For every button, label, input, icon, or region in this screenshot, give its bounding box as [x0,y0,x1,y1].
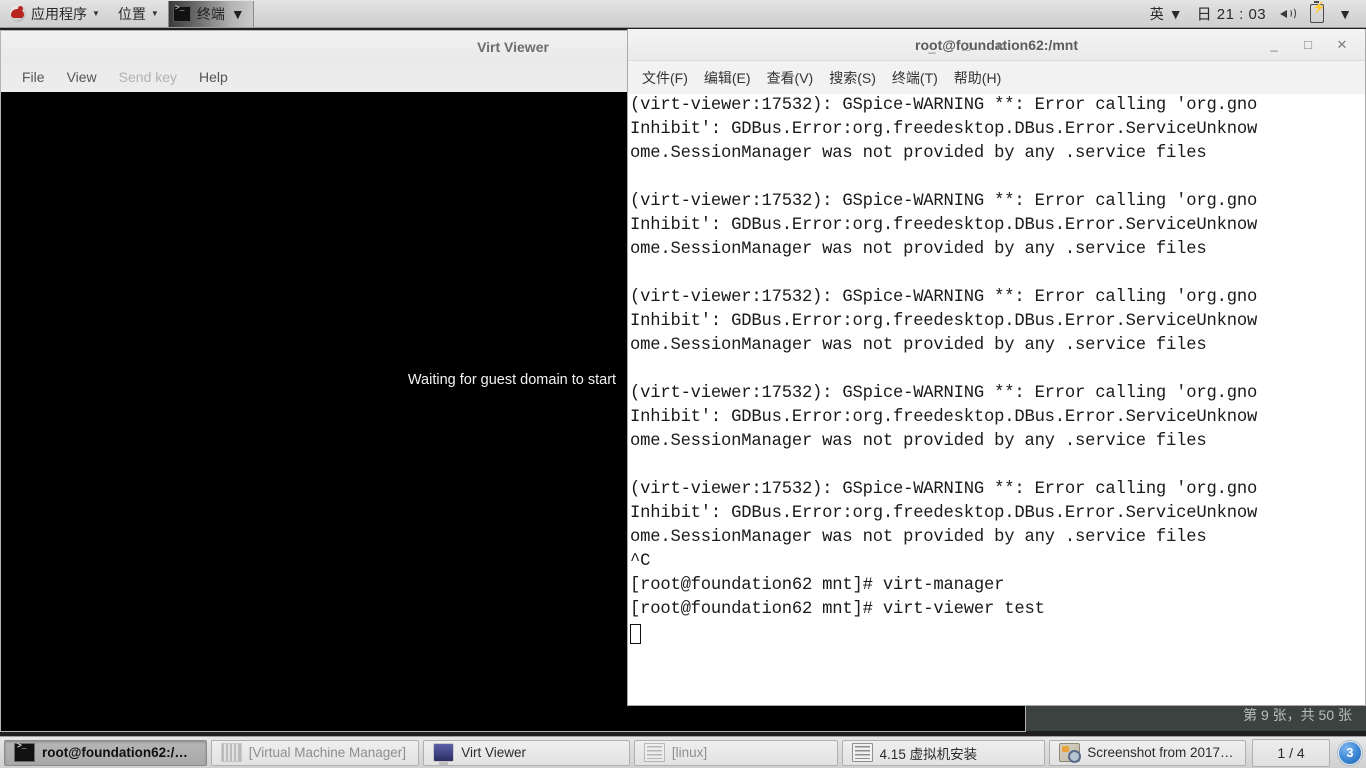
terminal-menubar: 文件(F) 编辑(E) 查看(V) 搜索(S) 终端(T) 帮助(H) [628,61,1365,95]
taskbar-item-virt-machine-manager[interactable]: [Virtual Machine Manager] [210,739,420,766]
document-icon [851,743,873,762]
clock-label: 日 21 : 03 [1196,6,1267,23]
menu-file[interactable]: 文件(F) [634,68,696,88]
menu-send-key: Send key [118,69,178,85]
taskbar-item-label: [Virtual Machine Manager] [248,745,407,760]
top-panel: 应用程序 ▼ 位置 ▼ 终端 ▼ 英 ▼ 日 21 : 03 [0,0,1366,28]
virt-close-button[interactable]: ✕ [983,32,1017,62]
chevron-down-icon: ▼ [150,8,159,18]
menu-view[interactable]: View [56,69,108,85]
applications-menu[interactable]: 应用程序 ▼ [0,1,109,27]
workspace-label: 1 / 4 [1277,744,1305,761]
terminal-icon [172,4,191,22]
places-menu[interactable]: 位置 ▼ [109,1,168,27]
chevron-down-icon: ▼ [1338,5,1352,22]
document-icon [643,743,665,762]
terminal-close-button[interactable]: ✕ [1325,30,1359,60]
terminal-icon [14,742,35,762]
taskbar-item-terminal[interactable]: root@foundation62:/mnt [4,739,207,766]
redhat-logo-icon [9,5,26,22]
notification-count: 3 [1346,745,1354,760]
chevron-down-icon: ▼ [92,8,100,18]
terminal-window[interactable]: root@foundation62:/mnt _ □ ✕ 文件(F) 编辑(E)… [627,29,1366,706]
terminal-output-text: (virt-viewer:17532): GSpice-WARNING **: … [630,96,1258,619]
taskbar-item-label: [linux] [671,745,708,760]
menu-terminal[interactable]: 终端(T) [884,68,946,88]
menu-view[interactable]: 查看(V) [759,68,822,88]
terminal-panel-label: 终端 [196,5,225,22]
virt-minimize-button[interactable]: _ [915,32,949,62]
taskbar-item-label: Virt Viewer [461,745,527,760]
taskbar-item-label: Screenshot from 2017-⋯ [1087,744,1237,760]
menu-file[interactable]: File [11,69,56,85]
taskbar-item-linux[interactable]: [linux] [633,739,838,766]
speaker-icon [1280,6,1297,21]
chevron-down-icon: ▼ [1168,5,1183,22]
volume-indicator[interactable] [1274,1,1302,27]
system-menu[interactable]: ▼ [1332,1,1358,27]
terminal-panel-button[interactable]: 终端 ▼ [167,0,254,27]
workspace-switcher[interactable]: 1 / 4 [1252,738,1331,767]
virt-viewer-window-buttons: _ □ ✕ [915,32,1025,62]
terminal-window-buttons: _ □ ✕ [1257,30,1365,60]
virt-viewer-icon [433,743,455,765]
terminal-output-area[interactable]: (virt-viewer:17532): GSpice-WARNING **: … [628,94,1365,704]
taskbar-item-label: root@foundation62:/mnt [42,745,197,760]
taskbar-item-screenshot[interactable]: Screenshot from 2017-⋯ [1049,739,1247,766]
guest-waiting-message: Waiting for guest domain to start [407,371,617,388]
input-method-label: 英 [1149,5,1164,22]
places-menu-label: 位置 [117,5,146,22]
menu-help[interactable]: Help [188,69,239,85]
clock[interactable]: 日 21 : 03 [1191,1,1273,27]
menu-edit[interactable]: 编辑(E) [696,68,759,88]
taskbar-item-virt-viewer[interactable]: Virt Viewer [423,739,630,766]
applications-menu-label: 应用程序 [31,5,87,22]
menu-help[interactable]: 帮助(H) [946,68,1009,88]
taskbar-item-label: 4.15 虚拟机安装 [879,746,978,762]
virt-maximize-button[interactable]: □ [949,32,983,62]
terminal-maximize-button[interactable]: □ [1291,30,1325,60]
terminal-minimize-button[interactable]: _ [1257,30,1291,60]
screenshot-icon [1059,743,1082,763]
desktop-screen: _ □ ✕ 第 9 张，共 50 张 Virt Viewer _ □ ✕ Fil… [0,0,1366,768]
virtual-machine-manager-icon [220,743,242,762]
taskbar-item-vm-install-doc[interactable]: 4.15 虚拟机安装 [841,739,1046,766]
menu-search[interactable]: 搜索(S) [821,68,884,88]
input-method-indicator[interactable]: 英 ▼ [1144,1,1189,27]
battery-icon [1310,1,1326,23]
chevron-down-icon: ▼ [230,5,245,22]
battery-indicator[interactable] [1304,1,1330,27]
terminal-cursor [630,624,641,644]
top-panel-right: 英 ▼ 日 21 : 03 ▼ [1144,1,1366,27]
notification-badge[interactable]: 3 [1338,740,1363,765]
terminal-cursor-line [630,622,1365,646]
taskbar: root@foundation62:/mnt [Virtual Machine … [0,736,1366,768]
